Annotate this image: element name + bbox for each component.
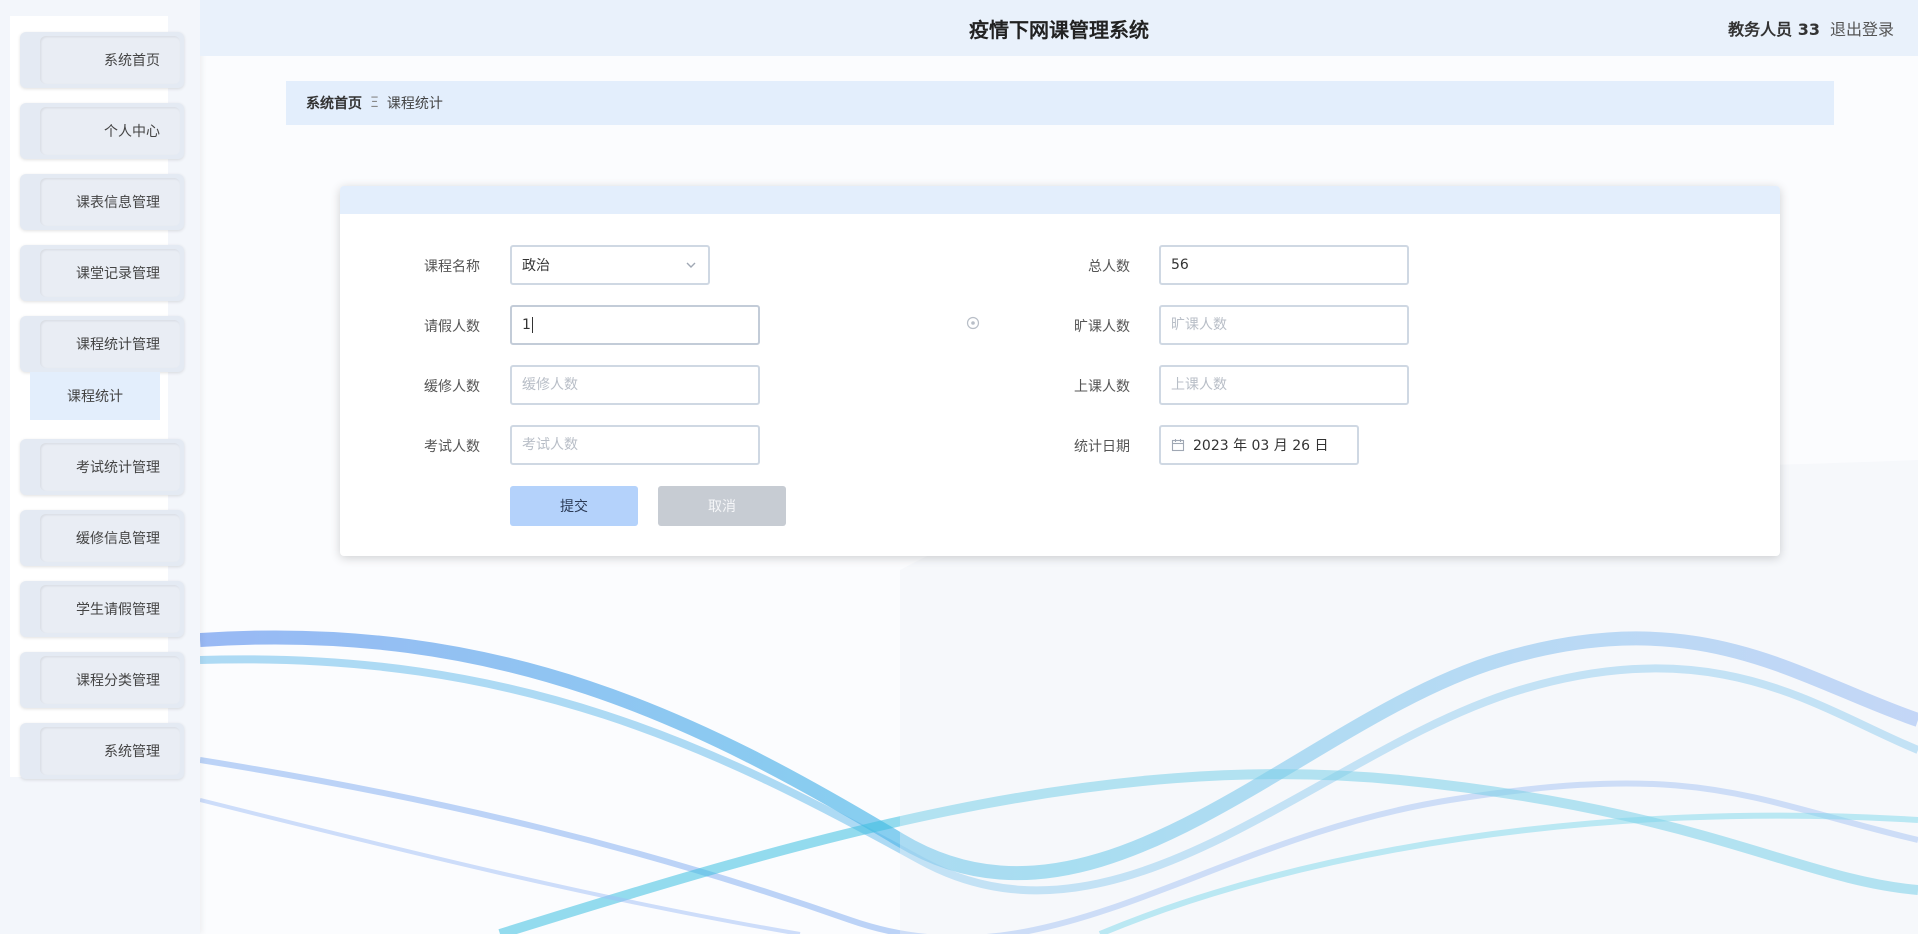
course-name-value: 政治	[522, 258, 550, 274]
text-cursor	[531, 317, 533, 333]
top-header: 疫情下网课管理系统 教务人员 33 退出登录	[200, 0, 1918, 56]
date-picker[interactable]: 2023 年 03 月 26 日	[1159, 425, 1359, 465]
exam-field[interactable]	[510, 425, 760, 465]
sidebar-item-label: 缓修信息管理	[76, 531, 160, 547]
sidebar-item-deferral[interactable]: 缓修信息管理	[20, 510, 184, 566]
sidebar-item-course-category[interactable]: 课程分类管理	[20, 652, 184, 708]
sidebar-item-label: 课程分类管理	[76, 673, 160, 689]
course-name-select[interactable]: 政治	[510, 245, 710, 285]
sidebar-item-class-records[interactable]: 课堂记录管理	[20, 245, 184, 301]
leave-label: 请假人数	[424, 319, 480, 335]
sidebar-item-exam-stats[interactable]: 考试统计管理	[20, 439, 184, 495]
logout-link[interactable]: 退出登录	[1830, 16, 1894, 40]
sidebar-item-home[interactable]: 系统首页	[20, 32, 184, 88]
absent-label: 旷课人数	[1074, 319, 1130, 335]
app-title: 疫情下网课管理系统	[969, 18, 1149, 42]
sidebar-subitem-label: 课程统计	[67, 389, 123, 405]
exam-label: 考试人数	[424, 439, 480, 455]
attend-input[interactable]	[1171, 377, 1407, 393]
absent-field[interactable]	[1159, 305, 1409, 345]
sidebar-item-label: 课表信息管理	[76, 195, 160, 211]
total-value: 56	[1171, 257, 1189, 273]
submit-button[interactable]: 提交	[510, 486, 638, 526]
leave-input[interactable]: 1	[510, 305, 760, 345]
breadcrumb: 系统首页 Ξ 课程统计	[286, 81, 1834, 125]
total-label: 总人数	[1088, 259, 1130, 275]
app-root: 系统首页 个人中心 课表信息管理 课堂记录管理 课程统计管理 课程统计 考试统计…	[0, 0, 1918, 934]
sidebar-item-label: 系统首页	[104, 53, 160, 69]
sidebar-subitem-course-stats[interactable]: 课程统计	[30, 372, 160, 420]
breadcrumb-home[interactable]: 系统首页	[306, 93, 362, 113]
attend-label: 上课人数	[1074, 379, 1130, 395]
leave-value: 1	[522, 317, 531, 333]
absent-input[interactable]	[1171, 317, 1407, 333]
breadcrumb-separator: Ξ	[370, 95, 379, 111]
exam-input[interactable]	[522, 437, 758, 453]
calendar-icon	[1171, 439, 1185, 452]
form-card-header	[340, 186, 1780, 214]
chevron-down-icon	[686, 262, 696, 268]
attend-field[interactable]	[1159, 365, 1409, 405]
course-name-label: 课程名称	[424, 259, 480, 275]
sidebar-item-system[interactable]: 系统管理	[20, 723, 184, 779]
sidebar-item-label: 个人中心	[104, 124, 160, 140]
sidebar-item-label: 课程统计管理	[76, 337, 160, 353]
sidebar-item-course-stats[interactable]: 课程统计管理	[20, 316, 184, 372]
date-value: 2023 年 03 月 26 日	[1193, 438, 1329, 454]
breadcrumb-current: 课程统计	[386, 96, 443, 112]
sidebar-item-label: 课堂记录管理	[76, 266, 160, 282]
clear-circle-icon[interactable]	[966, 316, 980, 330]
total-input[interactable]: 56	[1159, 245, 1409, 285]
deferred-field[interactable]	[510, 365, 760, 405]
course-stats-form: 课程名称 政治 总人数 56 请假人数 1 旷课人数 缓修人数	[340, 186, 1780, 556]
sidebar-item-student-leave[interactable]: 学生请假管理	[20, 581, 184, 637]
sidebar: 系统首页 个人中心 课表信息管理 课堂记录管理 课程统计管理 课程统计 考试统计…	[0, 0, 200, 934]
sidebar-item-label: 学生请假管理	[76, 602, 160, 618]
sidebar-item-schedule[interactable]: 课表信息管理	[20, 174, 184, 230]
current-user: 教务人员 33	[1728, 20, 1820, 39]
sidebar-item-personal-center[interactable]: 个人中心	[20, 103, 184, 159]
deferred-input[interactable]	[522, 377, 758, 393]
cancel-button[interactable]: 取消	[658, 486, 786, 526]
sidebar-item-label: 系统管理	[104, 744, 160, 760]
sidebar-item-label: 考试统计管理	[76, 460, 160, 476]
deferred-label: 缓修人数	[424, 379, 480, 395]
date-label: 统计日期	[1074, 439, 1130, 455]
